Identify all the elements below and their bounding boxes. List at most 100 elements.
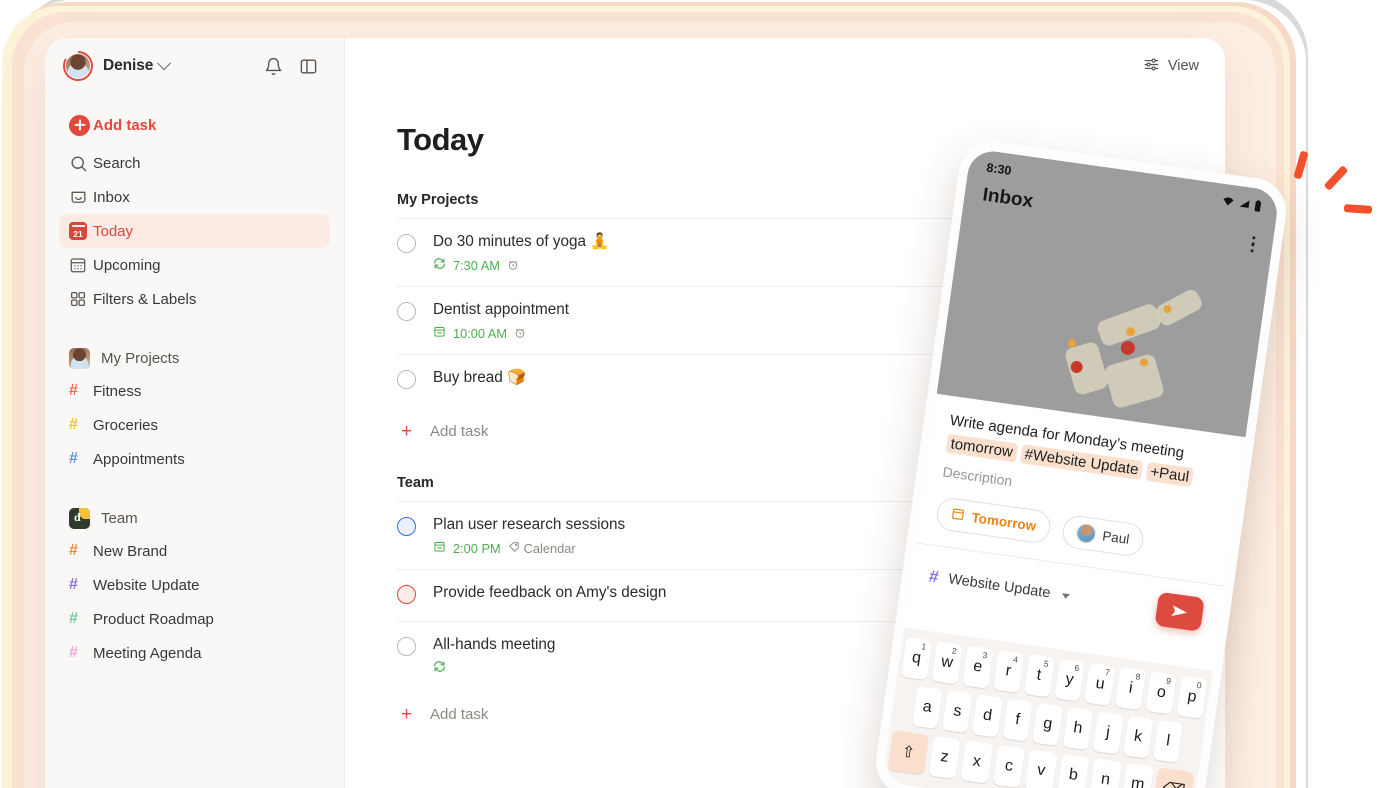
key-k[interactable]: k xyxy=(1122,715,1154,759)
search-icon xyxy=(69,154,93,173)
add-task-label: Add task xyxy=(430,706,489,724)
filters-grid-icon xyxy=(69,290,93,308)
sidebar-nav: Add task Search Inbox 21 Today Upcoming … xyxy=(59,108,330,316)
key-m[interactable]: m xyxy=(1121,762,1155,788)
key-w[interactable]: 2w xyxy=(931,641,963,685)
wifi-icon xyxy=(1223,197,1234,206)
key-l[interactable]: l xyxy=(1152,719,1184,763)
map-blob xyxy=(1153,287,1205,329)
key-h[interactable]: h xyxy=(1062,707,1094,751)
task-checkbox[interactable] xyxy=(397,302,416,322)
calendar-icon xyxy=(433,325,446,341)
user-avatar-small xyxy=(69,347,90,369)
key-z[interactable]: z xyxy=(928,735,961,780)
sidebar-item-inbox[interactable]: Inbox xyxy=(59,180,330,214)
key-t[interactable]: 5t xyxy=(1023,654,1055,698)
task-label-text: Calendar xyxy=(523,540,576,556)
plus-circle-icon xyxy=(69,114,93,136)
key-p[interactable]: 0p xyxy=(1176,675,1208,719)
sidebar-item-label: Search xyxy=(93,154,141,172)
label-tag-icon xyxy=(508,541,520,556)
key-x[interactable]: x xyxy=(960,740,994,784)
alarm-icon xyxy=(507,259,519,271)
sidebar-header: Denise xyxy=(59,38,330,94)
sidebar-item-appointments[interactable]: # Appointments xyxy=(59,442,330,476)
sidebar-project-label: Groceries xyxy=(93,416,159,434)
sidebar-item-upcoming[interactable]: Upcoming xyxy=(59,248,330,282)
phone-task-composer: Write agenda for Monday’s meeting tomorr… xyxy=(903,393,1246,671)
key-o[interactable]: 9o xyxy=(1145,671,1177,715)
task-checkbox[interactable] xyxy=(397,637,416,657)
task-checkbox[interactable] xyxy=(397,234,416,253)
key-s[interactable]: s xyxy=(941,690,973,734)
sidebar-item-search[interactable]: Search xyxy=(59,146,330,180)
sidebar-item-fitness[interactable]: # Fitness xyxy=(59,374,330,408)
hash-icon: # xyxy=(69,450,78,467)
sidebar-item-product-roadmap[interactable]: # Product Roadmap xyxy=(59,602,330,636)
calendar-grid-icon xyxy=(69,256,93,274)
key-c[interactable]: c xyxy=(992,744,1026,788)
sidebar-item-filters-labels[interactable]: Filters & Labels xyxy=(59,282,330,316)
key-f[interactable]: f xyxy=(1002,698,1033,742)
kebab-menu-icon[interactable] xyxy=(1249,222,1258,253)
sidebar-item-label: Add task xyxy=(93,116,157,134)
calendar-icon xyxy=(950,506,966,525)
panel-layout-icon[interactable] xyxy=(299,57,318,76)
key-g[interactable]: g xyxy=(1032,702,1064,747)
key-r[interactable]: 4r xyxy=(992,649,1024,694)
decorative-dash xyxy=(1293,150,1309,180)
plus-icon: + xyxy=(400,704,413,726)
calendar-21-icon: 21 xyxy=(69,222,93,240)
sidebar-item-today[interactable]: 21 Today xyxy=(59,214,330,248)
inline-date-chip[interactable]: tomorrow xyxy=(945,433,1019,462)
sidebar-project-label: Meeting Agenda xyxy=(93,644,202,662)
sidebar-group-label: Team xyxy=(101,509,138,527)
key-u[interactable]: 7u xyxy=(1084,662,1116,706)
screenshot-stage: Denise Add task Search Inbox 21 Today Up… xyxy=(0,0,1400,788)
sidebar-item-add-task[interactable]: Add task xyxy=(59,108,330,142)
sidebar-project-label: Product Roadmap xyxy=(93,610,214,628)
inline-assignee-chip[interactable]: +Paul xyxy=(1145,461,1195,487)
sidebar-project-label: Fitness xyxy=(93,382,142,400)
hash-icon: # xyxy=(69,576,78,593)
task-time: 2:00 PM xyxy=(453,540,501,556)
sidebar-group-header[interactable]: Team xyxy=(59,502,330,534)
key-d[interactable]: d xyxy=(972,694,1003,738)
bell-icon[interactable] xyxy=(264,57,283,76)
key-a[interactable]: a xyxy=(911,685,943,730)
key-e[interactable]: 3e xyxy=(962,645,994,689)
key-v[interactable]: v xyxy=(1024,749,1058,788)
recurring-icon xyxy=(433,660,446,676)
view-button[interactable]: View xyxy=(1143,56,1199,77)
add-task-label: Add task xyxy=(430,423,489,441)
sidebar-item-groceries[interactable]: # Groceries xyxy=(59,408,330,442)
sidebar-group-label: My Projects xyxy=(101,349,180,367)
sliders-icon xyxy=(1143,56,1160,77)
task-checkbox[interactable] xyxy=(397,370,416,390)
sidebar-group-my-projects: My Projects # Fitness # Groceries # Appo… xyxy=(59,342,330,476)
key-b[interactable]: b xyxy=(1056,753,1090,788)
key-q[interactable]: 1q xyxy=(900,636,933,681)
hash-icon: # xyxy=(69,644,78,661)
send-icon xyxy=(1171,605,1188,617)
date-chip[interactable]: Tomorrow xyxy=(934,496,1053,545)
caret-down-icon xyxy=(1061,592,1071,599)
task-checkbox[interactable] xyxy=(397,517,416,537)
task-checkbox[interactable] xyxy=(397,585,416,605)
sidebar-group-header[interactable]: My Projects xyxy=(59,342,330,374)
sidebar-item-label: Filters & Labels xyxy=(93,290,197,308)
key-j[interactable]: j xyxy=(1092,711,1124,755)
key-i[interactable]: 8i xyxy=(1115,667,1147,711)
assignee-chip[interactable]: Paul xyxy=(1060,513,1146,558)
key-y[interactable]: 6y xyxy=(1053,658,1086,702)
backspace-key[interactable]: ⌫ xyxy=(1153,767,1195,788)
sidebar-item-meeting-agenda[interactable]: # Meeting Agenda xyxy=(59,636,330,670)
shift-key[interactable]: ⇧ xyxy=(887,730,929,775)
avatar[interactable] xyxy=(63,51,93,81)
chevron-down-icon[interactable] xyxy=(157,56,172,71)
task-time: 10:00 AM xyxy=(453,325,508,341)
key-n[interactable]: n xyxy=(1089,758,1122,788)
sidebar-item-new-brand[interactable]: # New Brand xyxy=(59,534,330,568)
sidebar-item-website-update[interactable]: # Website Update xyxy=(59,568,330,602)
send-button[interactable] xyxy=(1154,591,1205,632)
